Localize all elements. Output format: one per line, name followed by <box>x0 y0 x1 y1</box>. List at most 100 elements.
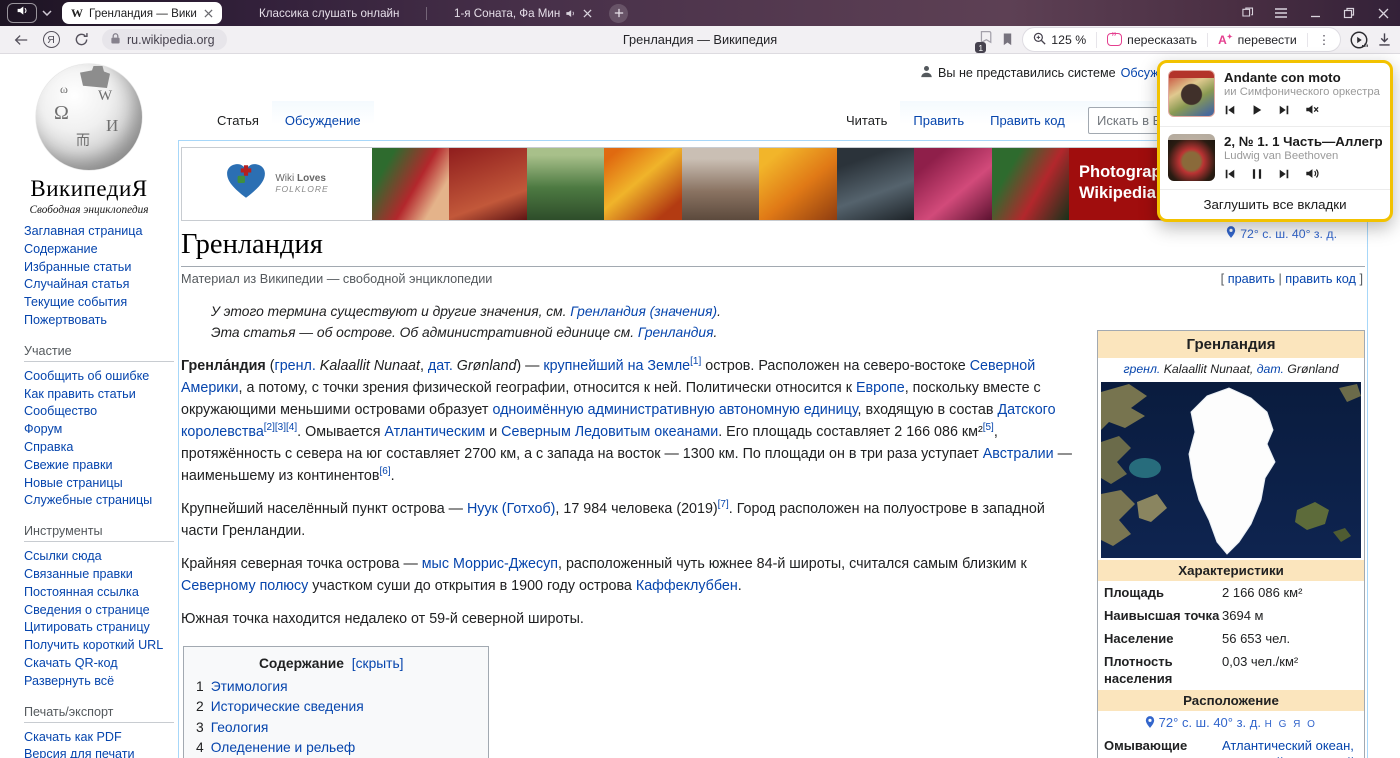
bookmark-icon[interactable] <box>1001 32 1014 47</box>
download-icon[interactable] <box>1377 32 1392 47</box>
tab-discussion[interactable]: Обсуждение <box>272 101 374 140</box>
article-subtitle: Материал из Википедии — свободной энцикл… <box>181 272 492 286</box>
panels-icon[interactable] <box>1230 0 1264 26</box>
close-window-icon[interactable] <box>1366 0 1400 26</box>
infobox-section-location: Расположение <box>1098 690 1364 711</box>
sidebar: Заглавная страницаСодержаниеИзбранные ст… <box>24 223 174 758</box>
zoom-control[interactable]: 125 % <box>1023 32 1097 48</box>
new-tab-button[interactable] <box>609 4 628 23</box>
tab-title: Гренландия — Википед <box>89 7 197 20</box>
tab-edit[interactable]: Править <box>900 101 977 140</box>
sidebar-link[interactable]: Ссылки сюда <box>24 548 174 566</box>
coord-service-links[interactable]: H G Я O <box>1265 719 1317 730</box>
sidebar-link[interactable]: Заглавная страница <box>24 223 174 241</box>
sidebar-link[interactable]: Свежие правки <box>24 457 174 475</box>
sidebar-link[interactable]: Цитировать страницу <box>24 619 174 637</box>
infobox: Гренландия гренл. Kalaallit Nunaat, дат.… <box>1097 330 1365 758</box>
sidebar-link[interactable]: Как править статьи <box>24 386 174 404</box>
toc-title: Содержание <box>259 656 344 671</box>
sidebar-link[interactable]: Сообщить об ошибке <box>24 368 174 386</box>
next-track-icon[interactable] <box>1278 103 1290 121</box>
wikipedia-logo[interactable]: Ω W И 而 ω ВикипедиЯ Свободная энциклопед… <box>0 62 178 216</box>
greenland-satellite-map[interactable] <box>1101 382 1361 558</box>
tab-edit-source[interactable]: Править код <box>977 101 1078 140</box>
back-icon[interactable] <box>6 28 36 52</box>
article-coordinates[interactable]: 72° с. ш. 40° з. д. <box>1226 225 1337 242</box>
previous-track-icon[interactable] <box>1224 167 1236 185</box>
pause-icon[interactable] <box>1251 167 1263 185</box>
retell-button[interactable]: пересказать <box>1097 33 1208 47</box>
speaker-on-icon[interactable] <box>1305 167 1319 185</box>
wlf-heart-icon <box>225 163 267 206</box>
sidebar-link[interactable]: Служебные страницы <box>24 492 174 510</box>
url-text: ru.wikipedia.org <box>127 33 215 47</box>
sidebar-link[interactable]: Развернуть всё <box>24 673 174 691</box>
tab-sonata[interactable]: 1-я Соната, Фа Мин <box>445 2 601 24</box>
previous-track-icon[interactable] <box>1224 103 1236 121</box>
tab-title: Классика слушать онлайн <box>259 7 399 20</box>
track-artist: Ludwig van Beethoven <box>1224 150 1382 162</box>
sidebar-link[interactable]: Сведения о странице <box>24 602 174 620</box>
sidebar-link[interactable]: Случайная статья <box>24 276 174 294</box>
infobox-row: Наивысшая точка 3694 м <box>1098 604 1364 627</box>
yandex-home-icon[interactable]: Я <box>36 28 66 52</box>
wlf-brand: Wiki Loves <box>275 173 326 184</box>
media-player-icon[interactable] <box>1349 30 1369 50</box>
sidebar-link[interactable]: Скачать QR-код <box>24 655 174 673</box>
menu-icon[interactable] <box>1264 0 1298 26</box>
minimize-icon[interactable] <box>1298 0 1332 26</box>
sidebar-link[interactable]: Новые страницы <box>24 475 174 493</box>
content-area: Wiki Loves FOLKLORE Photograph Wikipedia <box>178 140 1368 758</box>
translate-button[interactable]: А✦ перевести <box>1208 33 1308 47</box>
next-track-icon[interactable] <box>1278 167 1290 185</box>
mute-all-tabs-button[interactable]: Заглушить все вкладки <box>1160 189 1390 219</box>
toc-item[interactable]: 1Этимология <box>196 677 466 697</box>
play-icon[interactable] <box>1251 103 1263 121</box>
sidebar-link[interactable]: Версия для печати <box>24 746 174 758</box>
close-icon[interactable] <box>204 9 213 18</box>
toc-hide-link[interactable]: [скрыть] <box>352 656 404 671</box>
muted-speaker-icon[interactable] <box>1305 103 1319 121</box>
lock-icon <box>110 32 121 48</box>
speaker-icon <box>16 4 29 22</box>
tab-article[interactable]: Статья <box>204 101 272 140</box>
url-field[interactable]: ru.wikipedia.org <box>102 29 227 50</box>
article-title: Гренландия <box>181 229 1365 267</box>
sidebar-link[interactable]: Справка <box>24 439 174 457</box>
more-icon[interactable]: ⋮ <box>1308 33 1340 47</box>
close-icon[interactable] <box>583 9 592 18</box>
namespace-tabs: Статья Обсуждение <box>204 101 374 140</box>
paragraph: Крайняя северная точка острова — мыс Мор… <box>181 553 1083 597</box>
restore-icon[interactable] <box>1332 0 1366 26</box>
sidebar-link[interactable]: Пожертвовать <box>24 312 174 330</box>
tab-wikipedia[interactable]: W Гренландия — Википед <box>62 2 222 24</box>
screen: W Гренландия — Википед Классика слушать … <box>0 0 1400 758</box>
paragraph: Южная точка находится недалеко от 59-й с… <box>181 608 1083 630</box>
tab-read[interactable]: Читать <box>833 101 900 140</box>
tab-audio-mute-button[interactable] <box>7 3 37 23</box>
person-icon <box>920 65 933 81</box>
sidebar-link[interactable]: Форум <box>24 421 174 439</box>
toc-item[interactable]: 2Исторические сведения <box>196 697 466 717</box>
zoom-level: 125 % <box>1051 33 1086 47</box>
infobox-coordinates[interactable]: 72° с. ш. 40° з. д. H G Я O <box>1098 711 1364 734</box>
sidebar-link[interactable]: Избранные статьи <box>24 259 174 277</box>
location-pin-icon <box>1145 715 1159 730</box>
sidebar-link[interactable]: Скачать как PDF <box>24 729 174 747</box>
refresh-icon[interactable] <box>66 28 96 52</box>
tab-classic-music[interactable]: Классика слушать онлайн <box>250 2 408 24</box>
chevron-down-icon[interactable] <box>42 10 52 16</box>
sidebar-link[interactable]: Сообщество <box>24 403 174 421</box>
sidebar-link[interactable]: Постоянная ссылка <box>24 584 174 602</box>
audio-track-2: 2, № 1. 1 Часть—Аллегро (Re Ludwig van B… <box>1160 126 1390 189</box>
collections-icon[interactable]: 1 <box>977 29 993 50</box>
edit-links[interactable]: [ править | править код ] <box>1221 272 1363 286</box>
infobox-row-washed: Омывающие Атлантический океан, Северный … <box>1098 734 1364 758</box>
toc-item[interactable]: 3Геология <box>196 718 466 738</box>
toc-item[interactable]: 4Оледенение и рельеф <box>196 738 466 758</box>
sidebar-link[interactable]: Получить короткий URL <box>24 637 174 655</box>
album-art <box>1168 70 1215 117</box>
sidebar-link[interactable]: Содержание <box>24 241 174 259</box>
sidebar-link[interactable]: Текущие события <box>24 294 174 312</box>
sidebar-link[interactable]: Связанные правки <box>24 566 174 584</box>
